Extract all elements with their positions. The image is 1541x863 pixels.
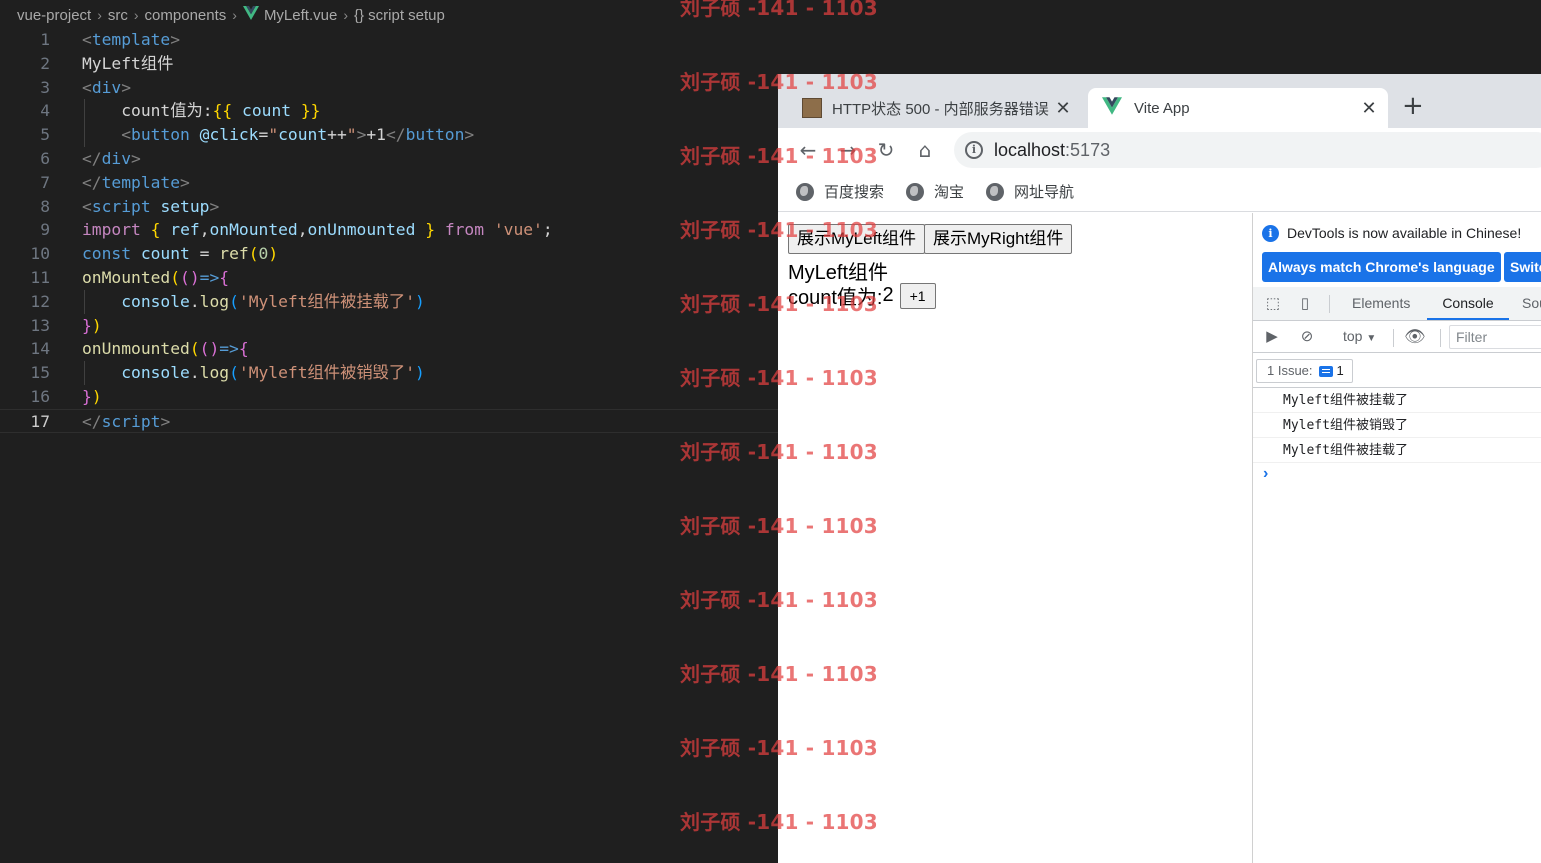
breadcrumb: vue-project › src › components › MyLeft.… — [17, 5, 445, 25]
devtools-language-notice: i DevTools is now available in Chinese! — [1253, 219, 1541, 247]
devtools-tabs: ⬚ ▯ Elements Console Sources — [1253, 287, 1541, 321]
url-host: localhost — [994, 139, 1066, 160]
tomcat-favicon-icon — [802, 98, 822, 118]
code-line: 9 import { ref,onMounted,onUnmounted } fr… — [40, 220, 553, 240]
eye-icon[interactable]: 👁 — [1404, 327, 1426, 347]
code-line: 4 count值为:{{ count }} — [40, 101, 321, 121]
vue-favicon-icon — [1102, 97, 1122, 119]
code-line: 12 console.log('Myleft组件被挂载了') — [30, 291, 425, 311]
code-line: 15 console.log('Myleft组件被销毁了') — [30, 363, 425, 383]
breadcrumb-item-symbol[interactable]: {} script setup — [354, 7, 445, 24]
chevron-right-icon: › — [133, 7, 139, 23]
code-line: 6 </div> — [40, 148, 141, 168]
code-line: 3 <div> — [40, 77, 132, 97]
show-myleft-button[interactable]: 展示MyLeft组件 — [788, 224, 926, 254]
browser-toolbar: ← → ↻ ⌂ i localhost:5173 — [778, 128, 1541, 172]
inspect-element-icon[interactable]: ⬚ — [1263, 294, 1283, 314]
url-port: :5173 — [1065, 139, 1111, 160]
globe-icon — [796, 182, 814, 201]
chevron-right-icon: › — [343, 7, 348, 23]
breadcrumb-item-file[interactable]: MyLeft.vue — [264, 7, 337, 24]
breadcrumb-item-components[interactable]: components — [145, 7, 227, 24]
dropdown-arrow-icon: ▼ — [1366, 333, 1377, 344]
count-label: count值为: — [788, 287, 883, 309]
close-icon[interactable]: ✕ — [1052, 98, 1074, 119]
device-toolbar-icon[interactable]: ▯ — [1295, 294, 1315, 314]
home-icon[interactable]: ⌂ — [911, 136, 939, 164]
code-line: 13}) — [30, 315, 102, 335]
always-match-language-button[interactable]: Always match Chrome's language — [1262, 252, 1501, 282]
tab-console[interactable]: Console — [1427, 287, 1509, 320]
tab-elements[interactable]: Elements — [1352, 287, 1410, 320]
code-line: 10 const count = ref(0) — [30, 244, 279, 264]
globe-icon — [906, 182, 925, 201]
close-icon[interactable]: ✕ — [1358, 98, 1380, 119]
info-icon: i — [1262, 224, 1279, 242]
code-line-current: 17 </script> — [0, 408, 778, 433]
code-line: 5 <button @click="count++">+1</button> — [40, 125, 475, 145]
console-prompt[interactable]: › — [1263, 465, 1268, 483]
tab-title: HTTP状态 500 - 内部服务器错误 — [832, 100, 1049, 118]
address-bar[interactable]: i localhost:5173 — [954, 132, 1541, 168]
clear-console-icon[interactable]: ⊘ — [1297, 327, 1317, 347]
info-icon[interactable]: i — [965, 141, 983, 159]
count-value: 2 — [882, 284, 894, 306]
bookmark-nav[interactable]: 网址导航 — [986, 181, 1074, 202]
console-message: Myleft组件被销毁了 — [1253, 413, 1541, 438]
code-line: 7 </template> — [40, 172, 190, 192]
page-content: 展示MyLeft组件 展示MyRight组件 MyLeft组件 count值为:… — [778, 213, 1252, 863]
divider — [1393, 329, 1394, 347]
back-arrow-icon[interactable]: ← — [794, 136, 822, 164]
increment-button[interactable]: +1 — [899, 282, 936, 309]
tab-sources[interactable]: Sources — [1522, 287, 1541, 320]
bookmark-baidu[interactable]: 百度搜索 — [796, 181, 884, 202]
code-line: 14 onUnmounted(()=>{ — [30, 339, 249, 359]
code-line: 11 onMounted(()=>{ — [30, 267, 230, 287]
vue-file-icon — [242, 6, 259, 24]
code-line: 8 <script setup> — [40, 196, 220, 216]
chevron-right-icon: › — [232, 7, 237, 23]
reload-icon[interactable]: ↻ — [872, 136, 900, 164]
issue-message-icon — [1318, 365, 1333, 377]
bookmark-taobao[interactable]: 淘宝 — [906, 181, 964, 202]
console-message: Myleft组件被挂载了 — [1253, 438, 1541, 463]
code-line: 1 <template> — [40, 30, 181, 49]
forward-arrow-icon[interactable]: → — [834, 136, 862, 164]
sidebar-toggle-icon[interactable]: ▶ — [1262, 327, 1282, 347]
code-line: 2 MyLeft组件 — [40, 53, 174, 73]
code-area[interactable]: 1 <template> 2 MyLeft组件 3 <div> 4 count值为:{… — [0, 28, 778, 433]
show-myright-button[interactable]: 展示MyRight组件 — [924, 224, 1073, 254]
switch-language-button[interactable]: Switch — [1504, 252, 1541, 282]
console-filter-input[interactable]: Filter — [1449, 325, 1541, 349]
tab-strip: HTTP状态 500 - 内部服务器错误 ✕ Vite App ✕ + — [778, 74, 1541, 128]
issues-counter[interactable]: 1 Issue: 1 — [1256, 359, 1353, 383]
tab-vite-app[interactable]: Vite App ✕ — [1088, 88, 1388, 128]
console-message: Myleft组件被挂载了 — [1253, 388, 1541, 413]
count-line: count值为: 2 +1 — [788, 281, 936, 310]
tab-http-500[interactable]: HTTP状态 500 - 内部服务器错误 ✕ — [792, 88, 1082, 128]
browser-window: HTTP状态 500 - 内部服务器错误 ✕ Vite App ✕ + ← → … — [778, 74, 1541, 863]
code-line: 16}) — [30, 386, 102, 406]
notice-text: DevTools is now available in Chinese! — [1287, 225, 1522, 241]
globe-icon — [986, 182, 1005, 201]
breadcrumb-item-src[interactable]: src — [108, 7, 128, 24]
divider — [1329, 295, 1330, 313]
new-tab-button[interactable]: + — [1402, 92, 1424, 120]
bookmarks-bar: 百度搜索 淘宝 网址导航 — [778, 172, 1541, 212]
console-toolbar: ▶ ⊘ top ▼ 👁 Filter — [1253, 321, 1541, 353]
divider — [1440, 329, 1441, 347]
breadcrumb-item-project[interactable]: vue-project — [17, 7, 91, 24]
code-editor[interactable]: vue-project › src › components › MyLeft.… — [0, 0, 778, 863]
tab-title: Vite App — [1134, 99, 1190, 117]
chevron-right-icon: › — [97, 7, 102, 23]
context-selector[interactable]: top ▼ — [1343, 328, 1376, 344]
devtools-panel: i DevTools is now available in Chinese! … — [1252, 213, 1541, 863]
